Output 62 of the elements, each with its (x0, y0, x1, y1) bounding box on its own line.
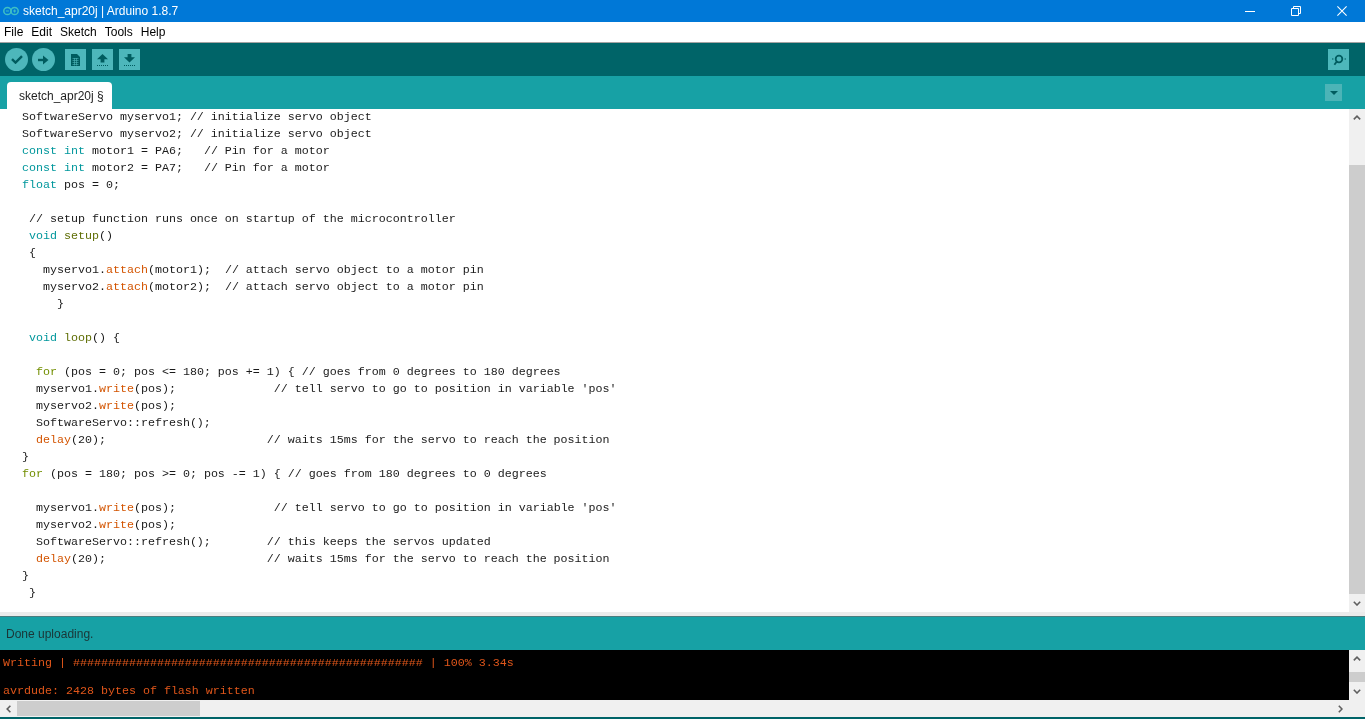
code-line: { (28, 245, 36, 262)
code-line: void loop() { (28, 330, 120, 347)
code-line: SoftwareServo::refresh(); // this keeps the servos updated (35, 534, 491, 551)
horizontal-scrollbar[interactable] (0, 700, 1365, 717)
code-line: delay(20); // waits 15ms for the servo to reach the position (35, 551, 610, 568)
verify-button[interactable] (5, 48, 28, 71)
save-button[interactable] (119, 49, 140, 70)
right-arrow-icon (38, 54, 49, 65)
new-sketch-button[interactable] (65, 49, 86, 70)
window-title: sketch_apr20j | Arduino 1.8.7 (23, 4, 179, 18)
code-line: SoftwareServo::refresh(); (35, 415, 211, 432)
code-line: // setup function runs once on startup of the microcontroller (28, 211, 456, 228)
sketch-tab[interactable]: sketch_apr20j § (7, 82, 112, 109)
code-line: myservo1.attach(motor1); // attach servo object to a motor pin (42, 262, 484, 279)
status-message: Done uploading. (6, 626, 94, 641)
code-line: } (22, 568, 29, 585)
code-line: for (pos = 180; pos >= 0; pos -= 1) { // goes from 180 degrees to 0 degrees (22, 466, 547, 483)
code-line: SoftwareServo myservo2; // initialize servo object (22, 126, 372, 143)
code-line: myservo2.write(pos); (35, 398, 176, 415)
document-icon (71, 53, 80, 66)
code-line: myservo1.write(pos); // tell servo to go to position in variable 'pos' (35, 381, 617, 398)
code-line: SoftwareServo myservo1; // initialize servo object (22, 109, 372, 126)
chevron-down-icon[interactable] (1353, 600, 1361, 607)
close-icon[interactable] (1337, 6, 1347, 16)
vertical-scrollbar[interactable] (1349, 650, 1365, 700)
menu-item[interactable]: Edit (27, 24, 57, 40)
chevron-up-icon[interactable] (1353, 114, 1361, 121)
caret-icon (1329, 90, 1338, 95)
console-line: Writing | ################################################## | 100% 3.34s (3, 656, 514, 670)
code-line: } (28, 585, 36, 602)
code-line: const int motor1 = PA6; // Pin for a motor (22, 143, 330, 160)
serial-monitor-button[interactable] (1328, 49, 1349, 70)
up-arrow-icon (97, 53, 108, 66)
menu-item[interactable]: File (0, 24, 28, 40)
code-line: } (55, 296, 64, 313)
menu-item[interactable]: Help (136, 24, 170, 40)
chevron-right-icon[interactable] (1337, 704, 1344, 713)
code-line: float pos = 0; (22, 177, 120, 194)
menu-item[interactable]: Sketch (56, 24, 101, 40)
code-line: void setup() (28, 228, 113, 245)
chevron-left-icon[interactable] (5, 704, 12, 713)
chevron-up-icon[interactable] (1353, 655, 1361, 662)
magnifier-icon (1331, 53, 1346, 66)
open-button[interactable] (92, 49, 113, 70)
tab-menu-button[interactable] (1325, 84, 1342, 101)
code-line: } (22, 449, 29, 466)
code-line: myservo2.write(pos); (35, 517, 176, 534)
check-icon (10, 55, 23, 64)
chevron-down-icon[interactable] (1353, 688, 1361, 695)
code-line: myservo2.attach(motor2); // attach servo object to a motor pin (42, 279, 484, 296)
menu-item[interactable]: Tools (100, 24, 137, 40)
restore-icon[interactable] (1291, 6, 1301, 16)
scrollbar-thumb[interactable] (1349, 672, 1365, 682)
code-line: myservo1.write(pos); // tell servo to go to position in variable 'pos' (35, 500, 617, 517)
code-line: delay(20); // waits 15ms for the servo to reach the position (35, 432, 610, 449)
console-line: avrdude: 2428 bytes of flash written (3, 684, 255, 698)
minimize-icon[interactable] (1245, 10, 1255, 12)
upload-button[interactable] (32, 48, 55, 71)
scrollbar-thumb[interactable] (17, 701, 200, 716)
infinity-icon (3, 6, 19, 16)
code-line: for (pos = 0; pos <= 180; pos += 1) { // goes from 0 degrees to 180 degrees (35, 364, 561, 381)
code-line: const int motor2 = PA7; // Pin for a motor (22, 160, 330, 177)
